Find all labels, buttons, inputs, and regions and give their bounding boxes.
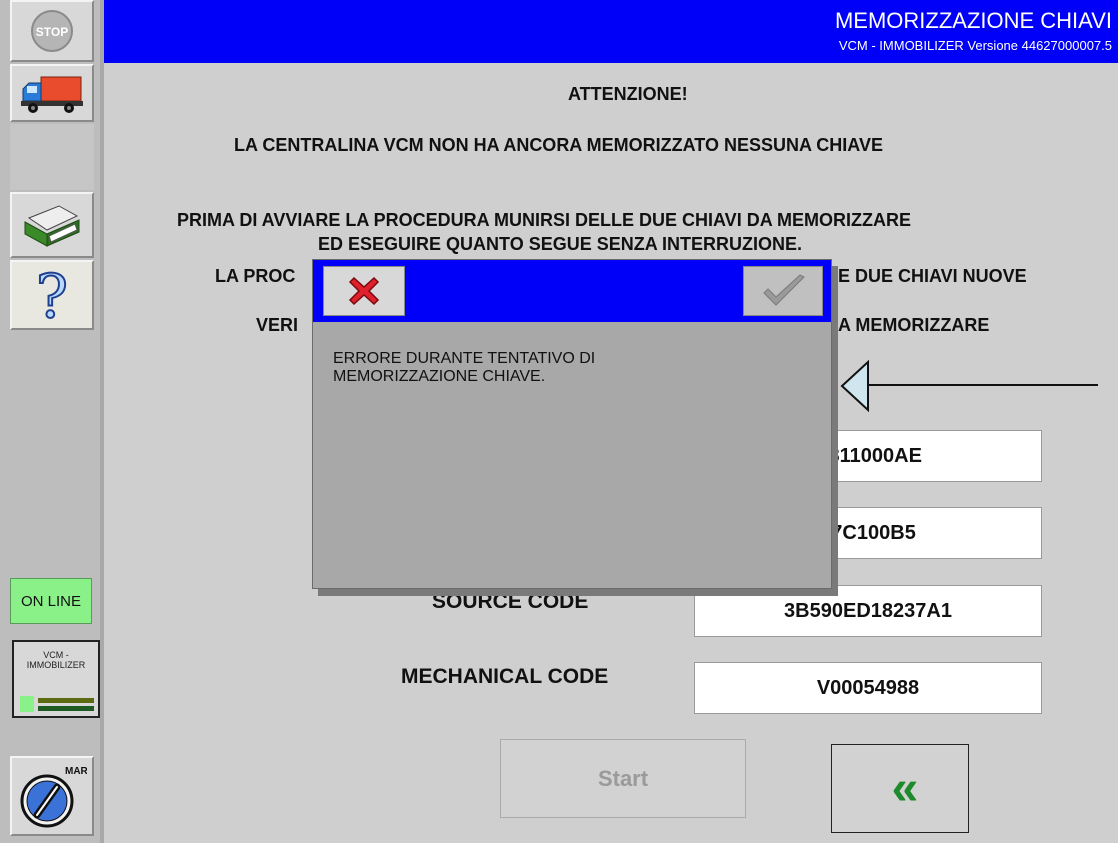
checkmark-icon bbox=[763, 274, 805, 306]
dialog-message: ERRORE DURANTE TENTATIVO DI MEMORIZZAZIO… bbox=[333, 350, 733, 386]
stop-icon: STOP bbox=[31, 10, 73, 52]
sidebar: STOP ? ON LINE VCM - IMMOBILIZER MAR bbox=[0, 0, 104, 843]
pointer-arrow-icon bbox=[840, 360, 869, 413]
instruction-line-2: PRIMA DI AVVIARE LA PROCEDURA MUNIRSI DE… bbox=[177, 210, 912, 230]
dialog-message-line1: ERRORE DURANTE TENTATIVO DI bbox=[333, 350, 596, 367]
instruction-line-3: ED ESEGUIRE QUANTO SEGUE SENZA INTERRUZI… bbox=[318, 234, 803, 254]
dialog-message-line2: MEMORIZZAZIONE CHIAVE. bbox=[333, 368, 546, 385]
title-bar: MEMORIZZAZIONE CHIAVI VCM - IMMOBILIZER … bbox=[104, 0, 1118, 63]
printer-icon bbox=[24, 205, 80, 247]
red-x-icon bbox=[348, 276, 380, 306]
vcm-module-status: VCM - IMMOBILIZER bbox=[12, 640, 100, 718]
stop-button[interactable]: STOP bbox=[10, 0, 94, 62]
dialog-title-bar bbox=[313, 260, 831, 322]
mechanical-code-label: MECHANICAL CODE bbox=[401, 665, 609, 688]
back-button[interactable]: « bbox=[831, 744, 969, 833]
print-button[interactable] bbox=[10, 192, 94, 258]
instruction-line-5-right: A MEMORIZZARE bbox=[838, 315, 990, 335]
vcm-module-label-line2: IMMOBILIZER bbox=[26, 660, 86, 670]
page-title: MEMORIZZAZIONE CHIAVI bbox=[834, 8, 1112, 33]
ignition-key-button[interactable]: MAR bbox=[10, 756, 94, 836]
vcm-module-label: VCM - IMMOBILIZER bbox=[14, 650, 98, 670]
question-mark-icon: ? bbox=[35, 265, 69, 325]
start-button[interactable]: Start bbox=[500, 739, 746, 818]
ignition-key-icon: MAR bbox=[20, 766, 87, 828]
status-led bbox=[20, 696, 34, 712]
sidebar-empty-slot bbox=[10, 124, 94, 190]
attention-heading: ATTENZIONE! bbox=[568, 84, 688, 104]
svg-text:STOP: STOP bbox=[36, 25, 68, 39]
page-subtitle: VCM - IMMOBILIZER Versione 44627000007.5 bbox=[838, 38, 1112, 53]
dialog-close-button[interactable] bbox=[323, 266, 405, 316]
help-button[interactable]: ? bbox=[10, 260, 94, 330]
instruction-line-1: LA CENTRALINA VCM NON HA ANCORA MEMORIZZ… bbox=[234, 135, 883, 155]
online-status-indicator: ON LINE bbox=[10, 578, 92, 624]
instruction-line-4-left: LA PROC bbox=[215, 266, 296, 286]
vcm-module-label-line1: VCM - bbox=[43, 650, 69, 660]
pointer-arrow-line bbox=[868, 384, 1098, 386]
svg-text:MAR: MAR bbox=[65, 766, 87, 777]
sidebar-edge bbox=[100, 0, 104, 843]
instruction-line-4-right: E DUE CHIAVI NUOVE bbox=[838, 266, 1027, 286]
signal-bar bbox=[38, 706, 94, 711]
dialog-confirm-button[interactable] bbox=[743, 266, 823, 316]
signal-bar bbox=[38, 698, 94, 703]
double-chevron-left-icon: « bbox=[891, 762, 919, 815]
vehicle-button[interactable] bbox=[10, 64, 94, 122]
truck-icon bbox=[21, 76, 83, 113]
svg-text:?: ? bbox=[36, 265, 68, 325]
mechanical-code-field: V00054988 bbox=[694, 662, 1042, 714]
instruction-line-5-left: VERI bbox=[256, 315, 299, 335]
error-dialog: ERRORE DURANTE TENTATIVO DI MEMORIZZAZIO… bbox=[312, 259, 832, 589]
